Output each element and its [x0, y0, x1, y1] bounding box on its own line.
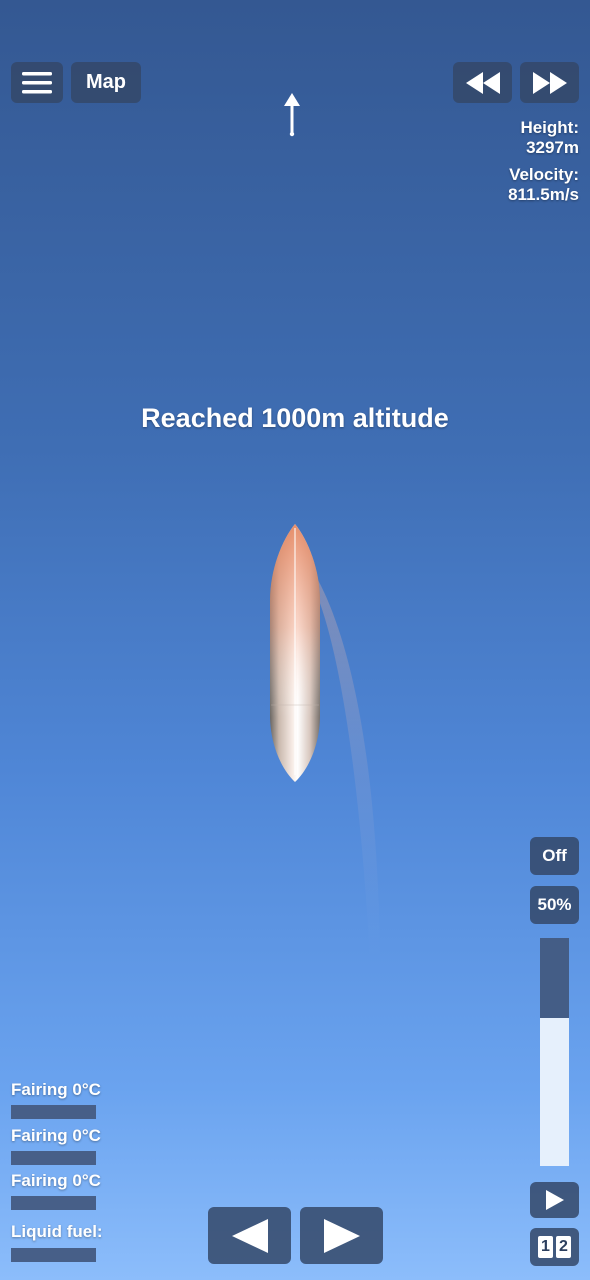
stage-digit-2: 2	[556, 1236, 571, 1258]
rotate-left-button[interactable]	[208, 1207, 291, 1264]
engine-toggle-button[interactable]: Off	[530, 837, 579, 875]
throttle-percent-button[interactable]: 50%	[530, 886, 579, 924]
resource-bar	[11, 1105, 96, 1119]
rotate-right-triangle-icon	[323, 1218, 360, 1253]
telemetry-panel: Height: 3297m Velocity: 811.5m/s	[508, 118, 579, 205]
rocket	[260, 520, 400, 980]
rewind-button[interactable]	[453, 62, 512, 103]
hamburger-menu-icon	[22, 71, 52, 93]
play-button[interactable]	[530, 1182, 579, 1218]
resource-label: Fairing 0°C	[11, 1080, 101, 1099]
rotate-left-triangle-icon	[231, 1218, 268, 1253]
play-icon	[545, 1190, 564, 1210]
height-label: Height:	[520, 118, 579, 137]
altitude-message: Reached 1000m altitude	[141, 403, 449, 433]
stage-digit-1: 1	[538, 1236, 553, 1258]
rewind-icon	[465, 71, 500, 94]
stage-button[interactable]: 1 2	[530, 1228, 579, 1266]
throttle-slider-fill	[540, 938, 569, 1018]
menu-button[interactable]	[11, 62, 63, 103]
fast-forward-button[interactable]	[520, 62, 579, 103]
velocity-label: Velocity:	[509, 165, 579, 184]
fast-forward-icon	[532, 71, 567, 94]
velocity-value: 811.5m/s	[508, 185, 579, 204]
height-value: 3297m	[526, 138, 579, 157]
resource-label: Liquid fuel:	[11, 1222, 103, 1241]
throttle-slider[interactable]	[540, 938, 569, 1166]
resource-label: Fairing 0°C	[11, 1126, 101, 1145]
resource-label: Fairing 0°C	[11, 1171, 101, 1190]
resource-bar	[11, 1248, 96, 1262]
rotate-right-button[interactable]	[300, 1207, 383, 1264]
map-button[interactable]: Map	[71, 62, 141, 103]
up-arrow-direction-icon	[282, 92, 302, 138]
resource-bar	[11, 1196, 96, 1210]
resource-bar	[11, 1151, 96, 1165]
